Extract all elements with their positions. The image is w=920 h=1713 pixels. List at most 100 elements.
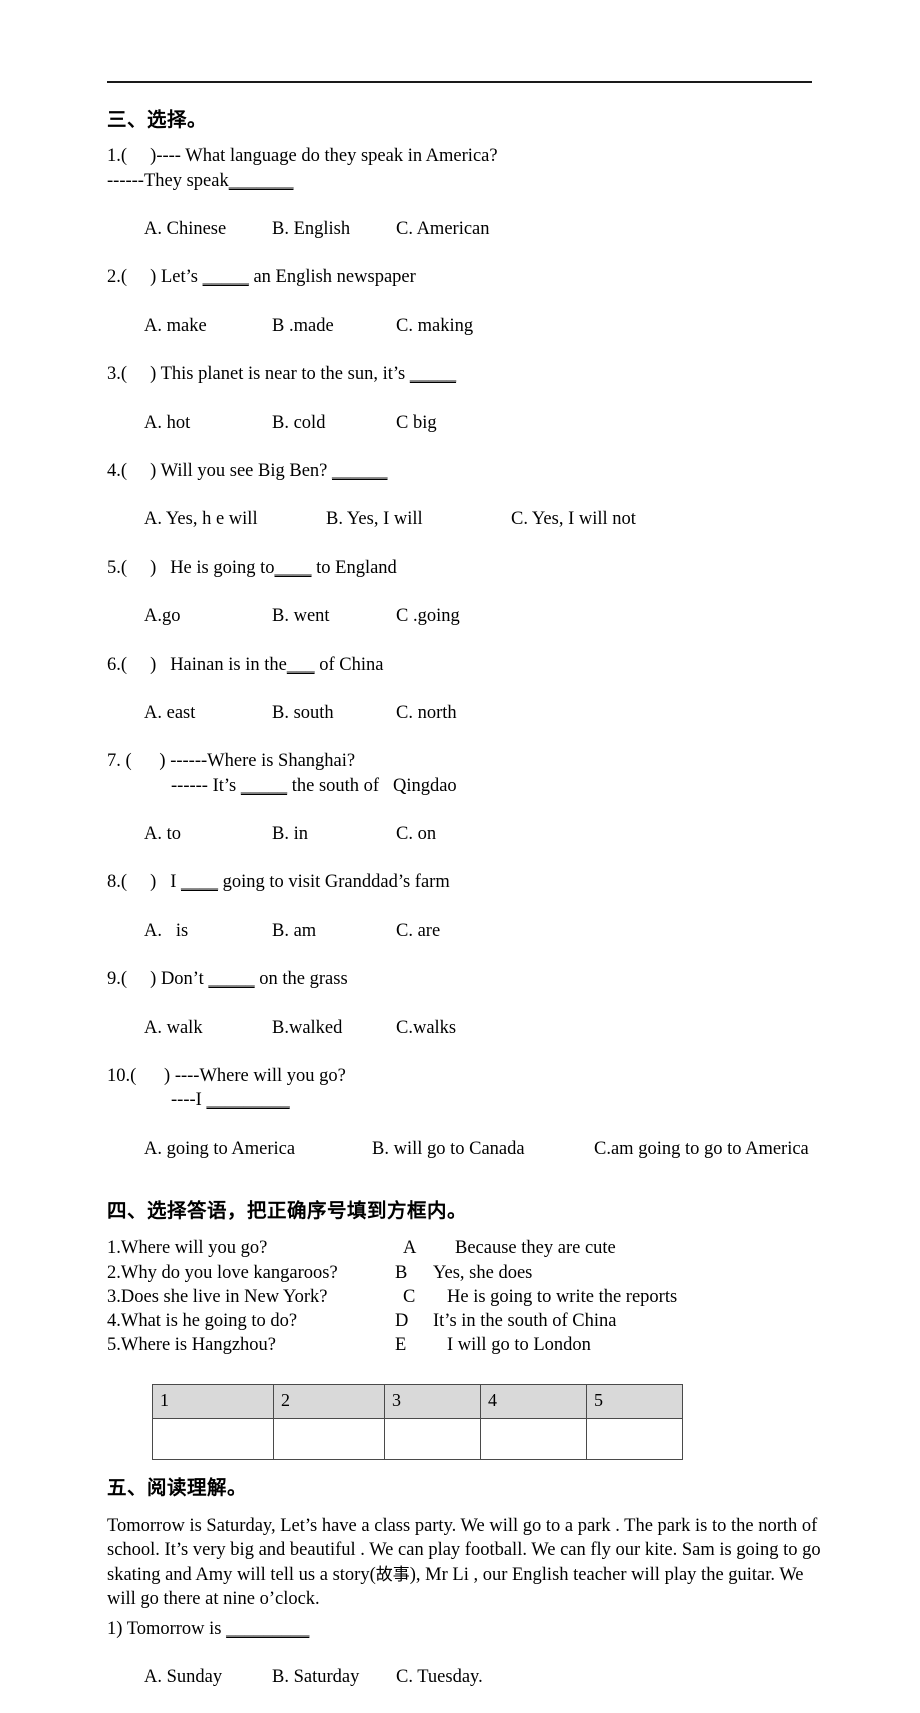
question-1-option-b[interactable]: B. English (272, 217, 396, 241)
question-7-stem2-b: the south of Qingdao (287, 776, 457, 796)
answer-cell-4[interactable] (481, 1418, 587, 1459)
question-5-option-c[interactable]: C .going (396, 604, 460, 628)
answer-cell-5[interactable] (587, 1418, 683, 1459)
matching-answer-d[interactable]: It’s in the south of China (433, 1309, 616, 1333)
question-8-blank[interactable]: ____ (181, 872, 218, 892)
matching-answer-c[interactable]: He is going to write the reports (441, 1285, 677, 1309)
question-1-stem-line2: ------They speak_______ (107, 169, 867, 193)
matching-letter-b[interactable]: B (395, 1261, 433, 1285)
matching-question-5: 5.Where is Hangzhou? (107, 1333, 395, 1357)
question-10-option-a[interactable]: A. going to America (144, 1137, 372, 1161)
question-1: 1.( )---- What language do they speak in… (107, 144, 867, 265)
question-2-stem: 2.( ) Let’s _____ an English newspaper (107, 265, 867, 289)
question-10-options: A. going to AmericaB. will go to CanadaC… (107, 1113, 867, 1186)
reading-question-1-option-b[interactable]: B. Saturday (272, 1665, 396, 1689)
answer-cell-1[interactable] (153, 1418, 274, 1459)
question-4: 4.( ) Will you see Big Ben? ______ A. Ye… (107, 459, 867, 556)
matching-letter-d[interactable]: D (395, 1309, 433, 1333)
question-10-option-c[interactable]: C.am going to go to America (594, 1137, 809, 1161)
question-8-stem-a: 8.( ) I (107, 872, 181, 892)
question-8-options: A. isB. amC. are (107, 895, 867, 968)
matching-answer-e[interactable]: I will go to London (433, 1333, 591, 1357)
question-8-stem: 8.( ) I ____ going to visit Granddad’s f… (107, 870, 867, 894)
question-4-option-c[interactable]: C. Yes, I will not (511, 507, 636, 531)
question-6: 6.( ) Hainan is in the___ of China A. ea… (107, 653, 867, 750)
question-9-stem-a: 9.( ) Don’t (107, 969, 208, 989)
question-9-option-b[interactable]: B.walked (272, 1016, 396, 1040)
question-5-option-b[interactable]: B. went (272, 604, 396, 628)
reading-question-1-option-a[interactable]: A. Sunday (144, 1665, 272, 1689)
question-7-stem-line2: ------ It’s _____ the south of Qingdao (107, 774, 867, 798)
answer-table-header-1: 1 (153, 1384, 274, 1418)
question-5-option-a[interactable]: A.go (144, 604, 272, 628)
question-10-stem: 10.( ) ----Where will you go? (107, 1064, 867, 1088)
question-7-blank[interactable]: _____ (241, 776, 287, 796)
answer-table-input-row (153, 1418, 683, 1459)
question-8-option-a[interactable]: A. is (144, 919, 272, 943)
question-10-blank[interactable]: _________ (206, 1090, 289, 1110)
question-3-blank[interactable]: _____ (410, 364, 456, 384)
question-1-blank[interactable]: _______ (229, 171, 294, 191)
question-7-option-c[interactable]: C. on (396, 822, 436, 846)
answer-table-header-3: 3 (385, 1384, 481, 1418)
question-6-option-c[interactable]: C. north (396, 701, 457, 725)
question-6-option-b[interactable]: B. south (272, 701, 396, 725)
question-2: 2.( ) Let’s _____ an English newspaper A… (107, 265, 867, 362)
question-8: 8.( ) I ____ going to visit Granddad’s f… (107, 870, 867, 967)
question-9-stem-b: on the grass (255, 969, 348, 989)
question-2-option-c[interactable]: C. making (396, 314, 473, 338)
section-5-heading: 五、阅读理解。 (107, 1476, 867, 1500)
question-9-options: A. walkB.walkedC.walks (107, 991, 867, 1064)
header-rule (107, 81, 812, 83)
answer-cell-3[interactable] (385, 1418, 481, 1459)
question-3-option-c[interactable]: C big (396, 411, 437, 435)
question-7-option-b[interactable]: B. in (272, 822, 396, 846)
question-7-option-a[interactable]: A. to (144, 822, 272, 846)
question-6-stem: 6.( ) Hainan is in the___ of China (107, 653, 867, 677)
question-2-option-b[interactable]: B .made (272, 314, 396, 338)
question-9-option-c[interactable]: C.walks (396, 1016, 456, 1040)
reading-question-1-option-c[interactable]: C. Tuesday. (396, 1665, 483, 1689)
question-1-option-a[interactable]: A. Chinese (144, 217, 272, 241)
matching-question-3: 3.Does she live in New York? (107, 1285, 395, 1309)
question-8-option-c[interactable]: C. are (396, 919, 440, 943)
question-3-option-b[interactable]: B. cold (272, 411, 396, 435)
question-4-option-b[interactable]: B. Yes, I will (326, 507, 511, 531)
question-5: 5.( ) He is going to____ to England A.go… (107, 556, 867, 653)
question-5-blank[interactable]: ____ (275, 558, 312, 578)
question-9-blank[interactable]: _____ (208, 969, 254, 989)
question-2-blank[interactable]: _____ (203, 267, 249, 287)
passage-chinese-gloss: 故事 (376, 1565, 410, 1585)
question-8-option-b[interactable]: B. am (272, 919, 396, 943)
reading-question-1-blank[interactable]: _________ (226, 1619, 309, 1639)
question-9-option-a[interactable]: A. walk (144, 1016, 272, 1040)
matching-question-4: 4.What is he going to do? (107, 1309, 395, 1333)
question-10-option-b[interactable]: B. will go to Canada (372, 1137, 594, 1161)
question-1-option-c[interactable]: C. American (396, 217, 490, 241)
matching-answer-b[interactable]: Yes, she does (433, 1261, 532, 1285)
reading-question-1: 1) Tomorrow is _________ A. SundayB. Sat… (107, 1617, 867, 1713)
section-3-heading: 三、选择。 (107, 108, 867, 132)
question-4-blank[interactable]: ______ (332, 461, 388, 481)
answer-cell-2[interactable] (274, 1418, 385, 1459)
question-2-option-a[interactable]: A. make (144, 314, 272, 338)
matching-answer-a[interactable]: Because they are cute (441, 1236, 616, 1260)
answer-table-header-5: 5 (587, 1384, 683, 1418)
question-6-blank[interactable]: ___ (287, 655, 315, 675)
question-2-options: A. makeB .madeC. making (107, 290, 867, 363)
question-4-stem-a: 4.( ) Will you see Big Ben? (107, 461, 332, 481)
answer-table-header-2: 2 (274, 1384, 385, 1418)
question-3-option-a[interactable]: A. hot (144, 411, 272, 435)
content-column: 三、选择。 1.( )---- What language do they sp… (107, 108, 867, 1713)
matching-row: 3.Does she live in New York?CHe is going… (107, 1285, 867, 1309)
question-10-stem-line2: ----I _________ (107, 1088, 867, 1112)
matching-letter-c[interactable]: C (395, 1285, 441, 1309)
question-4-option-a[interactable]: A. Yes, h e will (144, 507, 326, 531)
answer-table-header-row: 1 2 3 4 5 (153, 1384, 683, 1418)
question-6-option-a[interactable]: A. east (144, 701, 272, 725)
reading-question-1-options: A. SundayB. SaturdayC. Tuesday. (107, 1641, 867, 1713)
matching-letter-e[interactable]: E (395, 1333, 433, 1357)
question-7-options: A. toB. inC. on (107, 798, 867, 871)
matching-letter-a[interactable]: A (395, 1236, 441, 1260)
question-5-stem-b: to England (312, 558, 397, 578)
